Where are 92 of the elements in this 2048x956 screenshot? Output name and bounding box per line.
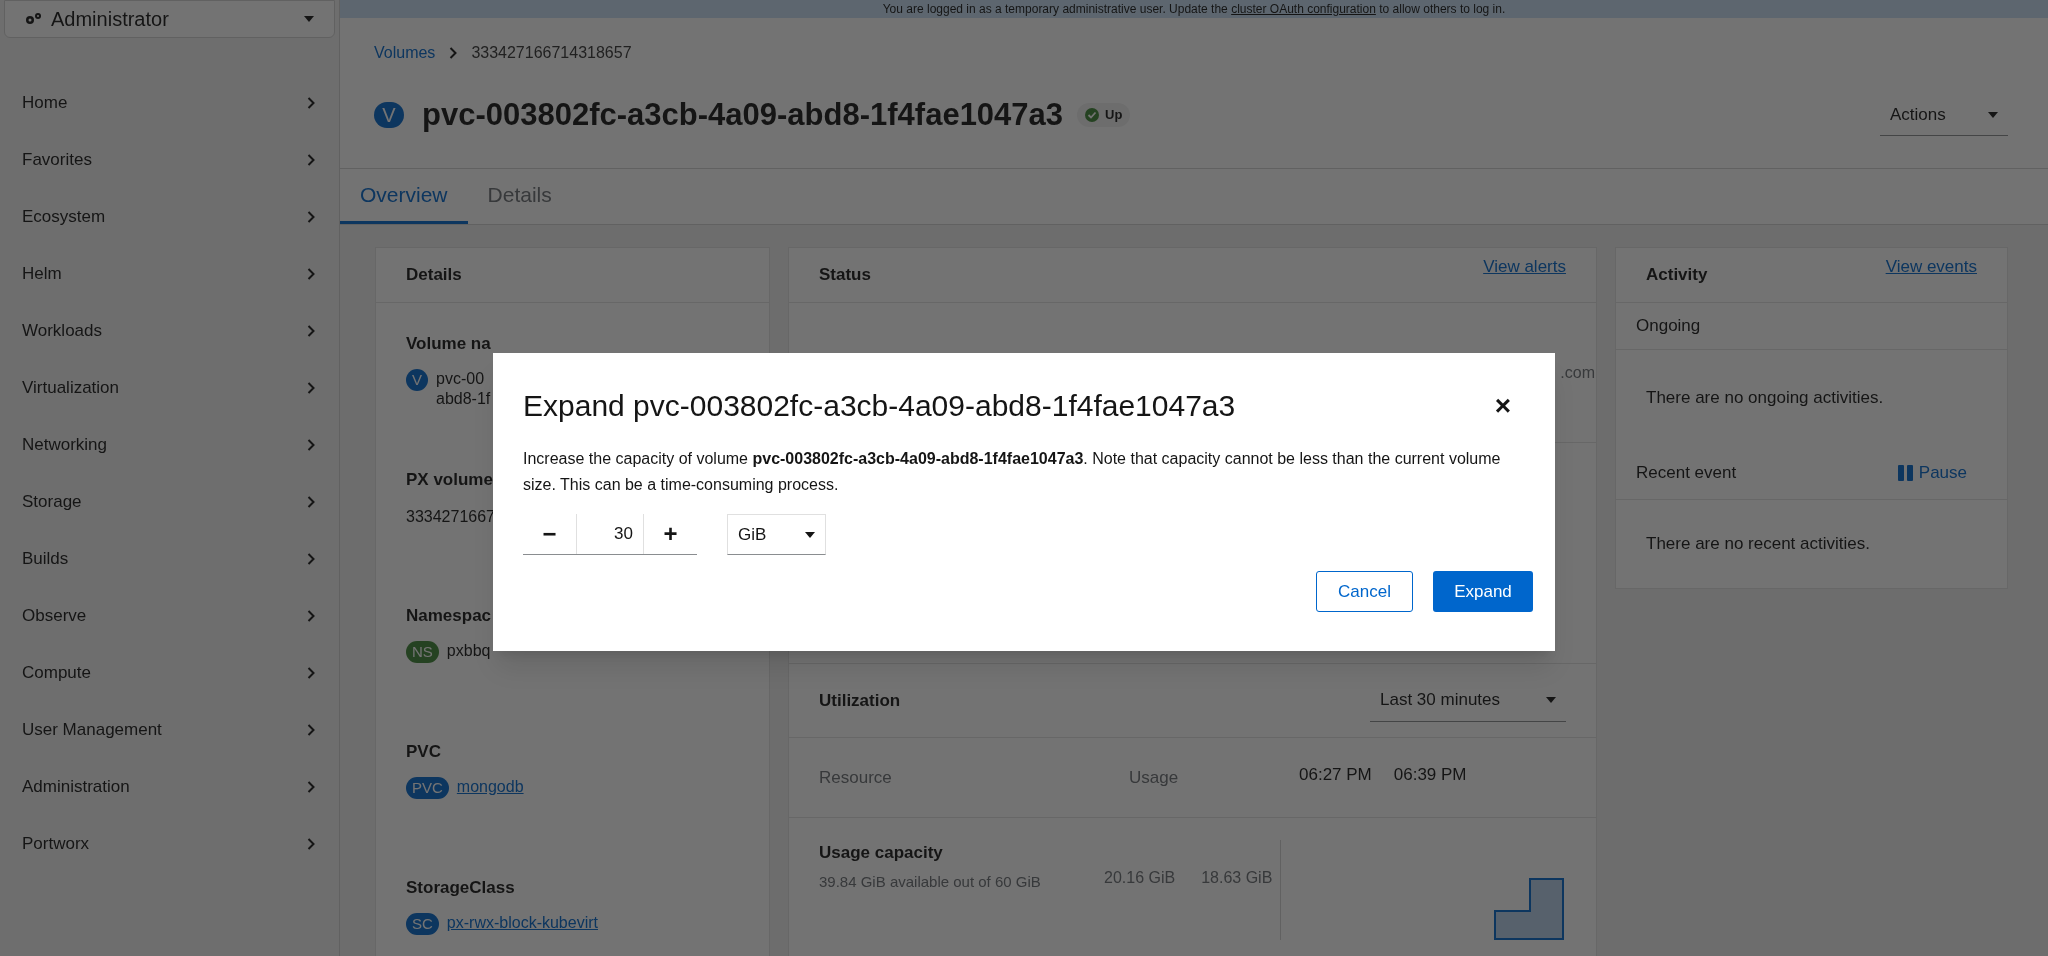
breadcrumb-link[interactable]: Volumes bbox=[374, 41, 436, 65]
nav-item[interactable]: User Management bbox=[0, 701, 339, 758]
status-text: .com bbox=[1560, 362, 1595, 383]
card-title: Activity bbox=[1646, 264, 1708, 287]
time-label: 06:39 PM bbox=[1393, 763, 1467, 786]
resource-badge: V bbox=[406, 368, 428, 391]
caret-icon bbox=[1546, 697, 1556, 703]
caret-icon bbox=[1988, 111, 1998, 118]
chevron-icon bbox=[307, 153, 315, 166]
chevron-icon bbox=[307, 666, 315, 679]
time-range-dropdown[interactable]: Last 30 minutes bbox=[1370, 679, 1566, 722]
field-value: 3334271667 bbox=[406, 506, 495, 527]
empty-message: There are no ongoing activities. bbox=[1646, 387, 1884, 410]
chevron-icon bbox=[307, 780, 315, 793]
dialog-description: Increase the capacity of volume pvc-003802fc-a3cb-4a09-abd8-1f4fae1047a3. Note that capacity cannot be less than the current volume size. This can be a time-consuming process. bbox=[523, 449, 1502, 495]
size-input[interactable]: 30 bbox=[577, 514, 643, 554]
resource-detail: 39.84 GiB available out of 60 GiB bbox=[819, 871, 1042, 892]
nav-item[interactable]: Workloads bbox=[0, 302, 339, 359]
resource-name: pvc-00 bbox=[436, 368, 486, 389]
card-title: Details bbox=[406, 264, 462, 287]
chevron-icon bbox=[307, 210, 315, 223]
increment-button[interactable]: + bbox=[643, 514, 697, 554]
unit-dropdown[interactable]: GiB bbox=[727, 514, 826, 555]
pause-button[interactable]: Pause bbox=[1897, 459, 1967, 486]
tab[interactable]: Details bbox=[467, 169, 572, 224]
time-label: 06:27 PM bbox=[1299, 763, 1372, 786]
decrement-button[interactable]: − bbox=[523, 514, 577, 554]
close-button[interactable]: × bbox=[1494, 391, 1511, 420]
column-header: Usage bbox=[1129, 766, 1180, 789]
chevron-icon bbox=[307, 495, 315, 508]
nav-item[interactable]: Builds bbox=[0, 530, 339, 587]
caret-icon bbox=[805, 531, 815, 538]
section-title: Recent event bbox=[1636, 461, 1737, 484]
field-label: PX volume bbox=[406, 469, 493, 491]
empty-message: There are no recent activities. bbox=[1646, 533, 1870, 556]
chevron-icon bbox=[307, 267, 315, 280]
banner-text: to allow others to log in. bbox=[1378, 2, 1506, 16]
chevron-icon bbox=[449, 47, 458, 59]
nav-item[interactable]: Virtualization bbox=[0, 359, 339, 416]
section-title: Utilization bbox=[819, 689, 901, 712]
page-title: pvc-003802fc-a3cb-4a09-abd8-1f4fae1047a3 bbox=[422, 95, 1064, 134]
chevron-icon bbox=[307, 324, 315, 337]
resource-title: Usage capacity bbox=[819, 842, 944, 864]
resource-badge: SC bbox=[406, 912, 439, 935]
volume-badge: V bbox=[374, 102, 404, 128]
resource-link[interactable]: px-rwx-block-kubevirt bbox=[446, 912, 598, 933]
field-label: PVC bbox=[406, 741, 441, 763]
view-events-link[interactable]: View events bbox=[1885, 254, 1977, 280]
dialog-title: Expand pvc-003802fc-a3cb-4a09-abd8-1f4fae1047a3 bbox=[523, 388, 1236, 424]
nav-item[interactable]: Portworx bbox=[0, 815, 339, 872]
banner-link[interactable]: cluster OAuth configuration bbox=[1231, 2, 1376, 16]
pause-icon bbox=[1897, 464, 1913, 481]
nav-item[interactable]: Observe bbox=[0, 587, 339, 644]
check-circle-icon bbox=[1085, 108, 1100, 122]
breadcrumb-current: 333427166714318657 bbox=[471, 43, 632, 63]
chevron-icon bbox=[307, 723, 315, 736]
field-label: StorageClass bbox=[406, 877, 515, 899]
section-title: Ongoing bbox=[1636, 315, 1701, 338]
perspective-dropdown[interactable]: Administrator bbox=[4, 0, 335, 38]
resource-name: abd8-1f bbox=[436, 388, 491, 409]
caret-icon bbox=[304, 16, 314, 22]
field-label: Namespac bbox=[406, 605, 492, 627]
expand-button[interactable]: Expand bbox=[1433, 571, 1533, 612]
view-alerts-link[interactable]: View alerts bbox=[1483, 254, 1566, 280]
cancel-button[interactable]: Cancel bbox=[1316, 571, 1413, 612]
nav-item[interactable]: Networking bbox=[0, 416, 339, 473]
nav-item[interactable]: Favorites bbox=[0, 131, 339, 188]
nav-item[interactable]: Helm bbox=[0, 245, 339, 302]
nav-item[interactable]: Ecosystem bbox=[0, 188, 339, 245]
banner-text: You are logged in as a temporary administrative user. Update the bbox=[882, 2, 1229, 16]
resource-name: pxbbq bbox=[446, 640, 491, 661]
chevron-icon bbox=[307, 837, 315, 850]
field-label: Volume na bbox=[406, 333, 491, 355]
chevron-icon bbox=[307, 96, 315, 109]
nav-item[interactable]: Home bbox=[0, 74, 339, 131]
chevron-icon bbox=[307, 609, 315, 622]
nav-item[interactable]: Storage bbox=[0, 473, 339, 530]
card-title: Status bbox=[819, 264, 871, 287]
chevron-icon bbox=[307, 552, 315, 565]
nav-item[interactable]: Compute bbox=[0, 644, 339, 701]
status-label: Up bbox=[1077, 103, 1131, 127]
resource-link[interactable]: mongodb bbox=[456, 776, 524, 797]
gears-icon bbox=[25, 12, 43, 26]
chevron-icon bbox=[307, 438, 315, 451]
nav-item[interactable]: Administration bbox=[0, 758, 339, 815]
resource-badge: PVC bbox=[406, 776, 449, 799]
usage-value: 20.16 GiB bbox=[1104, 868, 1176, 888]
resource-badge: NS bbox=[406, 640, 439, 663]
usage-sparkline bbox=[1494, 878, 1564, 940]
chevron-icon bbox=[307, 381, 315, 394]
axis-label: 18.63 GiB bbox=[1201, 868, 1273, 888]
column-header: Resource bbox=[819, 766, 893, 789]
